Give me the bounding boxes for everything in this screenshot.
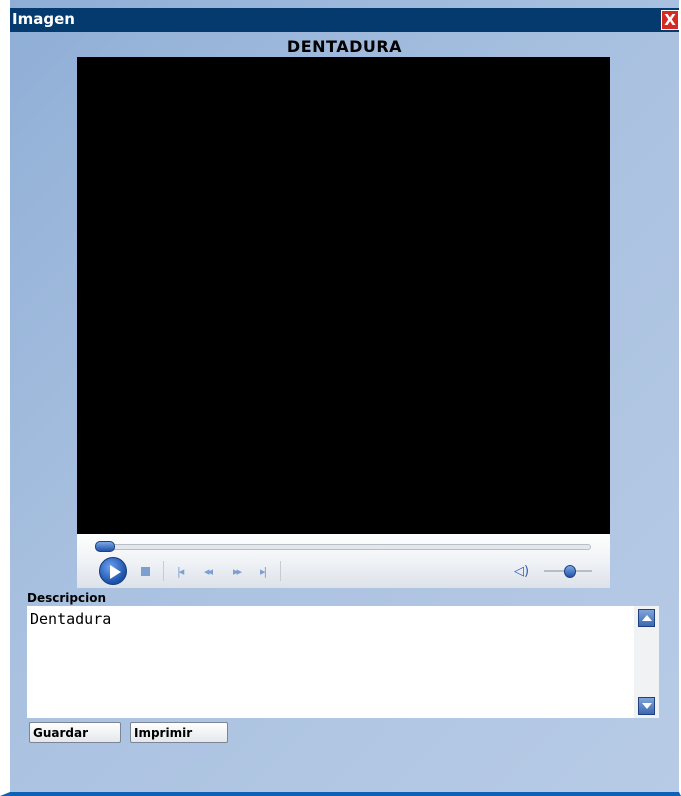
seek-thumb[interactable] [95,541,115,552]
window-title: Imagen [12,10,75,28]
save-button[interactable]: Guardar [29,722,121,743]
media-title: DENTADURA [286,37,403,56]
description-field[interactable]: Dentadura [27,606,659,718]
image-window: Imagen X DENTADURA |◂ ◂◂ ▸▸ ▸| ◁) Descri… [0,0,681,796]
description-label: Descripcion [27,591,106,605]
separator [163,561,164,581]
next-icon[interactable]: ▸| [260,565,267,578]
stop-button[interactable] [141,567,150,576]
previous-icon[interactable]: |◂ [177,565,184,578]
volume-thumb[interactable] [564,565,576,578]
scroll-down-icon[interactable] [638,697,655,715]
description-scrollbar[interactable] [634,606,659,718]
title-bar[interactable]: Imagen X [10,8,679,32]
video-display[interactable] [77,57,610,534]
play-button[interactable] [99,557,127,585]
description-text: Dentadura [30,610,112,628]
media-controls: |◂ ◂◂ ▸▸ ▸| ◁) [77,534,610,588]
fast-forward-icon[interactable]: ▸▸ [233,565,242,578]
rewind-icon[interactable]: ◂◂ [204,565,213,578]
separator [280,561,281,581]
close-button[interactable]: X [661,10,679,30]
seek-bar[interactable] [97,544,591,550]
scroll-up-icon[interactable] [638,609,655,627]
print-button[interactable]: Imprimir [130,722,228,743]
speaker-icon[interactable]: ◁) [514,564,529,579]
